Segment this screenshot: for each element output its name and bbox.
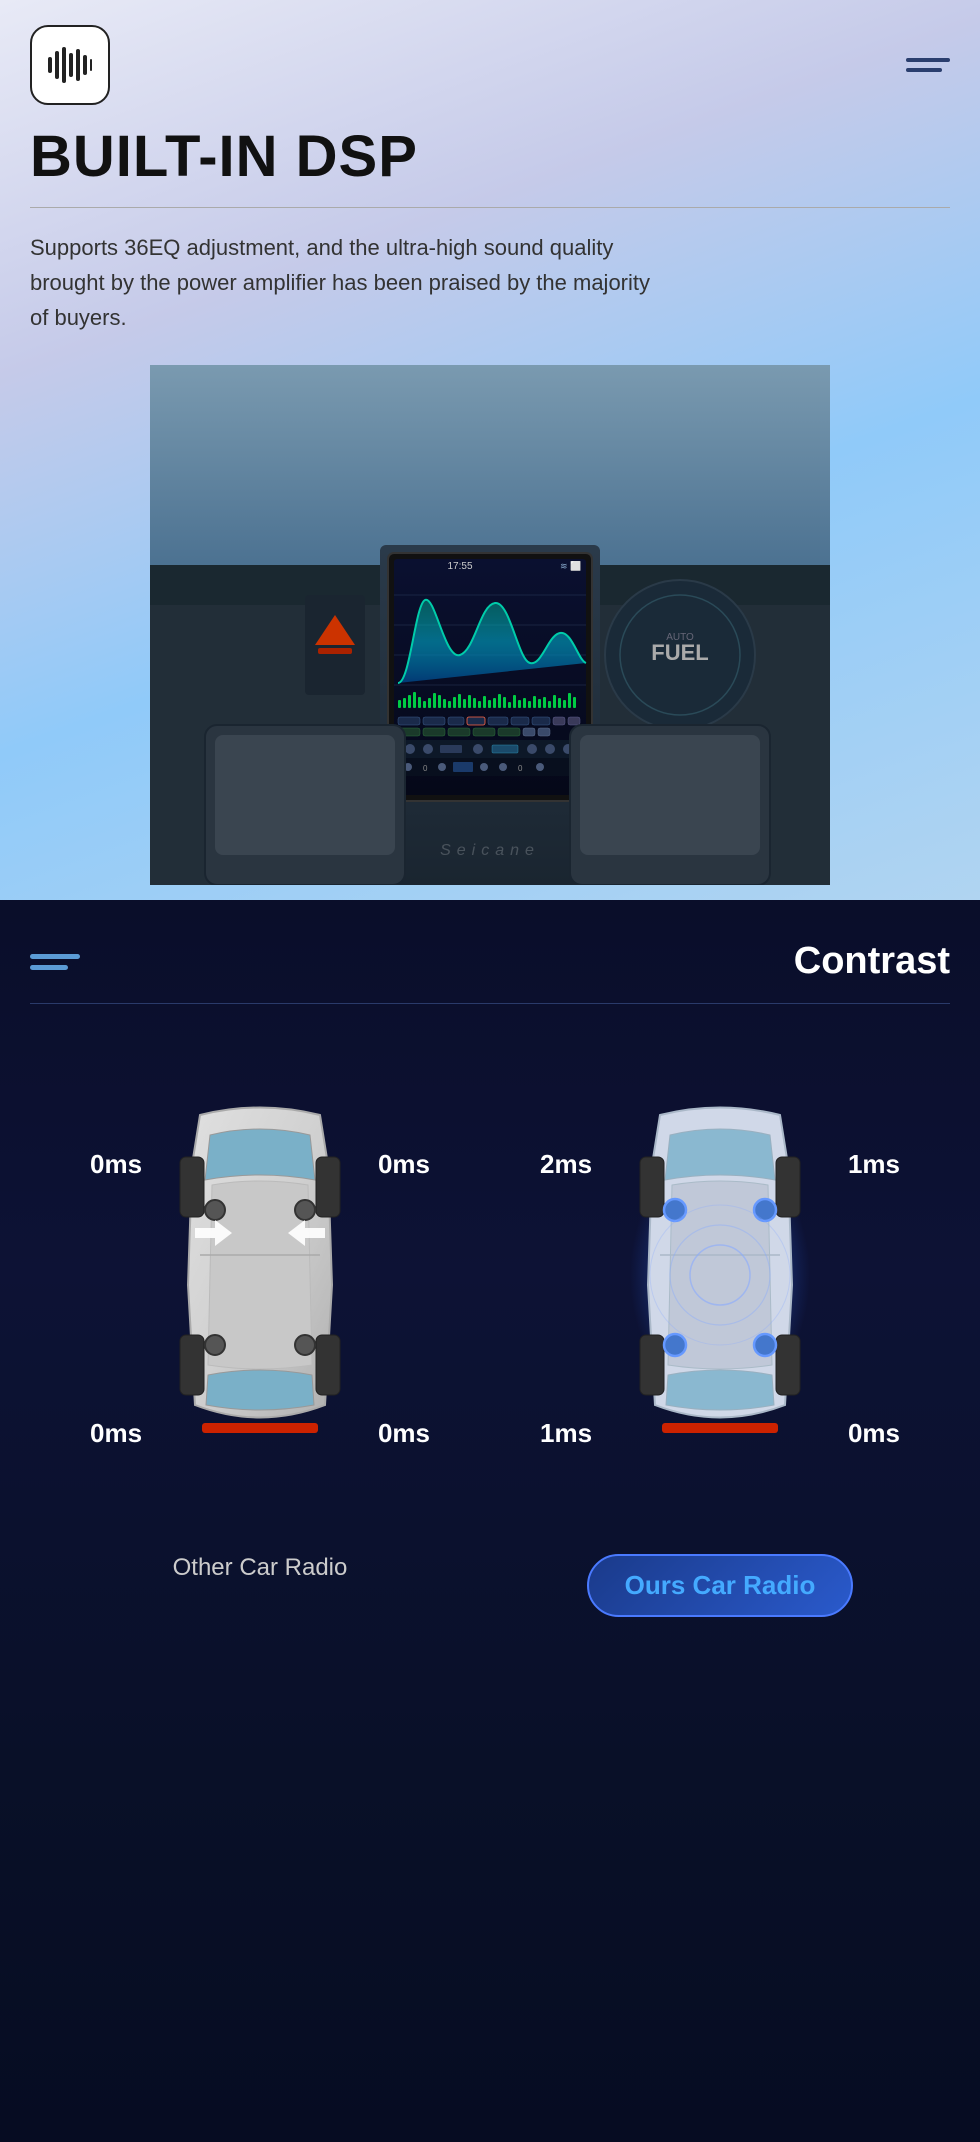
svg-text:Seicane: Seicane	[440, 842, 540, 859]
comparison-area: 0ms 0ms 0ms 0ms	[30, 1054, 950, 1617]
right-car-comparison: 2ms 1ms 1ms 0ms	[500, 1054, 940, 1617]
car-interior-svg: 0 0 17:55 ≋ ⬜ AUTO FUEL	[150, 365, 830, 885]
right-timing-top-right: 1ms	[848, 1149, 900, 1180]
subtitle-text: Supports 36EQ adjustment, and the ultra-…	[30, 230, 670, 336]
svg-text:FUEL: FUEL	[651, 640, 708, 665]
bottom-section: Contrast 0ms 0ms 0ms 0ms	[0, 900, 980, 2142]
contrast-header: Contrast	[30, 900, 950, 1003]
left-car-label: Other Car Radio	[173, 1554, 348, 1582]
menu-line-1	[906, 58, 950, 62]
left-timing-bottom-left: 0ms	[90, 1418, 142, 1449]
line-1	[30, 954, 80, 959]
section-icon	[30, 954, 80, 970]
left-timing-top-right: 0ms	[378, 1149, 430, 1180]
logo-icon	[44, 39, 96, 91]
left-car-comparison: 0ms 0ms 0ms 0ms	[40, 1054, 480, 1582]
menu-button[interactable]	[906, 58, 950, 72]
svg-text:⬜: ⬜	[570, 560, 581, 571]
header	[30, 0, 950, 125]
car-image-section: 0 0 17:55 ≋ ⬜ AUTO FUEL	[30, 365, 950, 885]
right-timing-top-left: 2ms	[540, 1149, 592, 1180]
contrast-divider	[30, 1003, 950, 1004]
right-timing-bottom-left: 1ms	[540, 1418, 592, 1449]
car-dashboard: 0 0 17:55 ≋ ⬜ AUTO FUEL	[150, 365, 830, 885]
right-timing-bottom-right: 0ms	[848, 1418, 900, 1449]
title-divider	[30, 207, 950, 208]
page-title: BUILT-IN DSP	[30, 125, 950, 189]
right-car-svg	[620, 1085, 820, 1465]
top-section: BUILT-IN DSP Supports 36EQ adjustment, a…	[0, 0, 980, 900]
svg-text:0: 0	[518, 764, 523, 773]
left-timing-bottom-right: 0ms	[378, 1418, 430, 1449]
left-timing-top-left: 0ms	[90, 1149, 142, 1180]
menu-line-2	[906, 68, 942, 72]
svg-text:≋: ≋	[560, 561, 568, 571]
svg-text:0: 0	[423, 764, 428, 773]
svg-text:17:55: 17:55	[447, 561, 472, 572]
left-car-svg	[160, 1085, 360, 1465]
right-car-label: Ours Car Radio	[587, 1554, 854, 1617]
contrast-title: Contrast	[794, 940, 950, 983]
line-2	[30, 965, 68, 970]
app-logo	[30, 25, 110, 105]
